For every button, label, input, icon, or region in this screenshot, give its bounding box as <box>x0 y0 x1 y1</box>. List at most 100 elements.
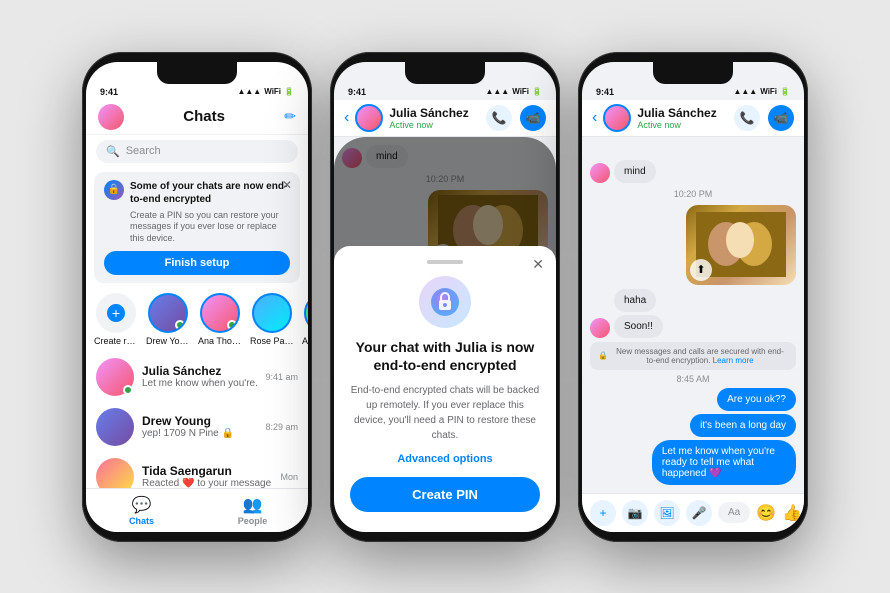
story-rose[interactable]: Rose Padilla <box>250 293 294 346</box>
msg-letmeknow: Let me know when you're ready to tell me… <box>652 440 796 485</box>
chats-title: Chats <box>183 108 225 125</box>
story-ana-label: Ana Thomas <box>198 336 242 346</box>
online-indicator-2 <box>227 320 237 330</box>
msg-image-3: ⬆ <box>686 205 796 285</box>
julia-small-avatar-3 <box>590 163 610 183</box>
modal-lock-icon <box>419 276 471 328</box>
battery-icon-2: 🔋 <box>532 87 542 96</box>
back-button-3[interactable]: ‹ <box>592 109 597 127</box>
search-bar[interactable]: 🔍 Search <box>96 140 298 163</box>
modal-close-btn[interactable]: ✕ <box>532 256 544 273</box>
people-nav-icon: 👥 <box>243 495 263 515</box>
wifi-icon-3: WiFi <box>760 87 777 96</box>
nav-people[interactable]: 👥 People <box>197 495 308 526</box>
julia-avatar <box>96 358 134 396</box>
msg-soon-row: Soon!! <box>590 315 796 338</box>
create-pin-button[interactable]: Create PIN <box>350 477 540 512</box>
story-drew[interactable]: Drew Young <box>146 293 190 346</box>
back-button-2[interactable]: ‹ <box>344 109 349 127</box>
phone3-screen: 9:41 ▲▲▲ WiFi 🔋 ‹ Julia Sánchez Active n… <box>582 62 804 532</box>
julia-name: Julia Sánchez <box>142 364 257 378</box>
msg-mind-3: mind <box>614 160 656 183</box>
call-button-3[interactable]: 📞 <box>734 105 760 131</box>
signal-icon: ▲▲▲ <box>237 87 261 96</box>
create-room-avatar: + <box>96 293 136 333</box>
thumbs-up-button[interactable]: 👍 <box>782 503 802 523</box>
advanced-options-link[interactable]: Advanced options <box>350 453 540 465</box>
julia-header-info-2: Julia Sánchez Active now <box>389 106 480 130</box>
chat-header-2: ‹ Julia Sánchez Active now 📞 📹 <box>334 100 556 137</box>
user-avatar-header[interactable] <box>98 104 124 130</box>
drew-info: Drew Young yep! 1709 N Pine 🔒 <box>142 414 257 439</box>
learn-more-link[interactable]: Learn more <box>713 356 754 365</box>
finish-setup-button[interactable]: Finish setup <box>104 251 290 275</box>
mic-button[interactable]: 🎤 <box>686 500 712 526</box>
received-messages-group: haha Soon!! <box>590 289 796 338</box>
tida-name: Tida Saengarun <box>142 464 272 478</box>
julia-time: 9:41 am <box>265 372 298 382</box>
msg-soon: Soon!! <box>614 315 663 338</box>
modal-icon-area <box>350 276 540 328</box>
emoji-button[interactable]: 😊 <box>756 503 776 523</box>
video-button-2[interactable]: 📹 <box>520 105 546 131</box>
phone3: 9:41 ▲▲▲ WiFi 🔋 ‹ Julia Sánchez Active n… <box>578 52 808 542</box>
bottom-nav: 💬 Chats 👥 People <box>86 488 308 532</box>
enc-notice-text: New messages and calls are secured with … <box>612 347 788 365</box>
banner-close-btn[interactable]: ✕ <box>282 178 292 192</box>
people-nav-label: People <box>238 516 268 526</box>
create-room-label: Create room <box>94 336 138 346</box>
add-button[interactable]: + <box>590 500 616 526</box>
tida-msg: Reacted ❤️ to your message <box>142 478 272 487</box>
story-alex[interactable]: Alex Walk... <box>302 293 308 346</box>
nav-chats[interactable]: 💬 Chats <box>86 495 197 526</box>
tida-time: Mon <box>280 472 298 482</box>
chat-item-julia[interactable]: Julia Sánchez Let me know when you're...… <box>86 352 308 402</box>
phone1: 9:41 ▲▲▲ WiFi 🔋 Chats ✏ 🔍 Search <box>82 52 312 542</box>
story-drew-label: Drew Young <box>146 336 190 346</box>
status-bar-1: 9:41 ▲▲▲ WiFi 🔋 <box>86 84 308 100</box>
sent-messages-group: Are you ok?? it's been a long day Let me… <box>590 388 796 485</box>
drew-time: 8:29 am <box>265 422 298 432</box>
video-button-3[interactable]: 📹 <box>768 105 794 131</box>
story-alex-avatar <box>304 293 308 333</box>
edit-icon[interactable]: ✏ <box>284 108 296 125</box>
input-area-3: + 📷 🖼 🎤 Aa 😊 👍 <box>582 493 804 532</box>
story-create-room[interactable]: + Create room <box>94 293 138 346</box>
story-rose-label: Rose Padilla <box>250 336 294 346</box>
msg-time-3-2: 8:45 AM <box>590 374 796 384</box>
share-icon-3[interactable]: ⬆ <box>690 259 712 281</box>
chats-nav-icon: 💬 <box>132 495 152 515</box>
banner-header: 🔒 Some of your chats are now end-to-end … <box>104 180 290 206</box>
camera-button[interactable]: 📷 <box>622 500 648 526</box>
msg-longday: it's been a long day <box>690 414 796 437</box>
chat-item-tida[interactable]: Tida Saengarun Reacted ❤️ to your messag… <box>86 452 308 488</box>
story-drew-avatar <box>148 293 188 333</box>
phone1-screen: 9:41 ▲▲▲ WiFi 🔋 Chats ✏ 🔍 Search <box>86 62 308 532</box>
modal-handle <box>427 260 463 264</box>
phone1-content: Chats ✏ 🔍 Search ✕ 🔒 Some of your chats … <box>86 100 308 532</box>
banner-description: Create a PIN so you can restore your mes… <box>130 210 290 245</box>
story-alex-label: Alex Walk... <box>302 336 308 346</box>
chat-item-drew[interactable]: Drew Young yep! 1709 N Pine 🔒 8:29 am <box>86 402 308 452</box>
signal-icon-2: ▲▲▲ <box>485 87 509 96</box>
battery-icon: 🔋 <box>284 87 294 96</box>
julia-header-name-3: Julia Sánchez <box>637 106 728 120</box>
julia-msg: Let me know when you're... 🔒 <box>142 378 257 389</box>
message-input[interactable]: Aa <box>718 502 750 523</box>
call-button-2[interactable]: 📞 <box>486 105 512 131</box>
photo-button[interactable]: 🖼 <box>654 500 680 526</box>
story-rose-avatar <box>252 293 292 333</box>
header-actions-2: 📞 📹 <box>486 105 546 131</box>
phone2: 9:41 ▲▲▲ WiFi 🔋 ‹ Julia Sánchez Active n… <box>330 52 560 542</box>
notch2 <box>405 62 485 84</box>
wifi-icon-2: WiFi <box>512 87 529 96</box>
julia-header-avatar-2 <box>355 104 383 132</box>
notch1 <box>157 62 237 84</box>
stories-row: + Create room Drew Young <box>86 287 308 352</box>
time-2: 9:41 <box>348 87 366 97</box>
story-ana[interactable]: Ana Thomas <box>198 293 242 346</box>
tida-info: Tida Saengarun Reacted ❤️ to your messag… <box>142 464 272 487</box>
julia-header-status-3: Active now <box>637 120 728 130</box>
encryption-banner: ✕ 🔒 Some of your chats are now end-to-en… <box>94 172 300 283</box>
msg-areyouok: Are you ok?? <box>717 388 796 411</box>
